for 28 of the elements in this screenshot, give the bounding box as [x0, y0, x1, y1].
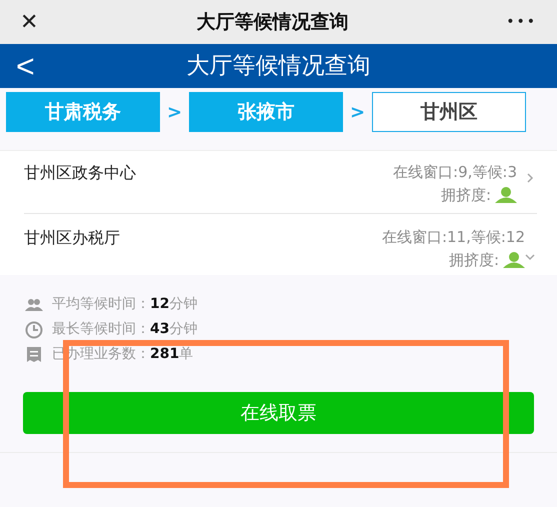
stat-value: 12 — [150, 295, 170, 314]
hall-name[interactable]: 甘州区政务中心 — [24, 161, 136, 185]
breadcrumb-tab[interactable]: 甘州区 — [372, 92, 526, 132]
person-icon — [503, 252, 525, 268]
separator-arrow: > — [348, 100, 366, 124]
person-icon — [495, 186, 517, 203]
page-title: 大厅等候情况查询 — [196, 10, 348, 35]
stat-value: 281 — [150, 345, 180, 364]
hall-status: 在线窗口:9,等候:3 — [393, 162, 517, 183]
receipt-icon — [26, 346, 42, 363]
stat-unit: 单 — [179, 345, 194, 364]
hall-status: 在线窗口:11,等候:12 — [382, 227, 525, 248]
stat-unit: 分钟 — [169, 320, 198, 339]
chevron-down-icon[interactable] — [525, 252, 537, 262]
crowd-label: 拥挤度: — [448, 250, 499, 270]
close-button[interactable]: ✕ — [20, 6, 38, 38]
stat-value: 43 — [150, 320, 170, 339]
more-button[interactable]: ••• — [506, 12, 537, 32]
back-button[interactable]: < — [16, 50, 35, 82]
clock-icon — [25, 320, 43, 338]
hall-name[interactable]: 甘州区办税厅 — [24, 226, 120, 250]
stat-unit: 分钟 — [169, 295, 198, 314]
crowd-label: 拥挤度: — [440, 184, 491, 206]
stat-label: 最长等候时间： — [52, 320, 150, 339]
separator-arrow: > — [166, 100, 184, 124]
stat-label: 平均等候时间： — [52, 295, 150, 314]
header-title: 大厅等候情况查询 — [186, 52, 370, 81]
people-icon — [25, 298, 43, 310]
